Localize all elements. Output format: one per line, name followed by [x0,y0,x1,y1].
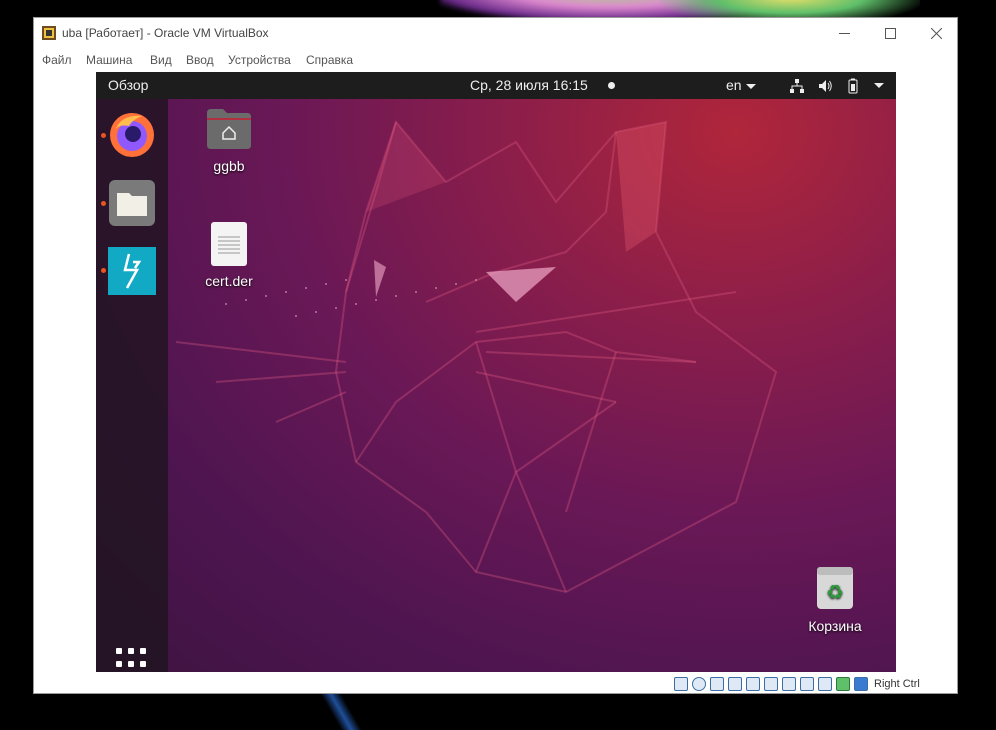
menu-bar: Файл Машина Вид Ввод Устройства Справка [34,49,957,69]
ubuntu-dock [96,99,168,672]
home-folder-icon [207,109,251,149]
usb-icon[interactable] [746,677,760,691]
clock[interactable]: Ср, 28 июля 16:15 [470,77,588,93]
dock-lightning-app[interactable] [107,246,157,296]
svg-text:♻: ♻ [826,580,844,604]
document-icon [211,222,247,266]
language-label: en [726,77,742,93]
menu-machine[interactable]: Машина [86,53,132,67]
language-indicator[interactable]: en [726,77,756,93]
desktop-icon-label: Корзина [808,618,862,634]
running-indicator-icon [101,268,106,273]
close-button[interactable] [913,18,959,48]
menu-view[interactable]: Вид [150,53,172,67]
desktop-icon-label: cert.der [205,273,253,289]
dropdown-arrow-icon [745,83,756,89]
menu-devices[interactable]: Устройства [228,53,291,67]
virtualbox-window: uba [Работает] - Oracle VM VirtualBox Фа… [33,17,958,694]
activities-button[interactable]: Обзор [108,77,148,93]
minimize-icon [838,32,850,34]
grid-dot-icon [140,660,146,667]
background-art [300,690,380,730]
display-icon[interactable] [782,677,796,691]
virtualbox-app-icon [42,26,56,40]
dock-files[interactable] [107,178,157,228]
host-key-label: Right Ctrl [874,678,920,690]
notification-dot-icon [608,82,615,89]
audio-icon[interactable] [710,677,724,691]
minimize-button[interactable] [821,18,867,48]
lightning-icon [108,247,156,295]
dock-firefox[interactable] [107,110,157,160]
menu-help[interactable]: Справка [306,53,353,67]
grid-dot-icon [116,660,122,667]
files-icon [109,180,155,226]
virtualization-icon[interactable] [836,677,850,691]
optical-drive-icon[interactable] [692,677,706,691]
desktop-icon-label: ggbb [213,158,245,174]
maximize-button[interactable] [867,18,913,48]
hard-disk-icon[interactable] [674,677,688,691]
trash-icon: ♻ [817,567,853,609]
grid-dot-icon [128,660,134,667]
maximize-icon [884,27,896,39]
battery-icon[interactable] [845,78,861,94]
system-menu-arrow-icon[interactable] [874,83,884,88]
grid-dot-icon [140,648,146,654]
video-capture-icon[interactable] [800,677,814,691]
grid-dot-icon [128,648,134,654]
cpu-icon[interactable] [818,677,832,691]
running-indicator-icon [101,133,106,138]
running-indicator-icon [101,201,106,206]
title-bar[interactable]: uba [Работает] - Oracle VM VirtualBox [34,18,957,48]
mouse-integration-icon[interactable] [854,677,868,691]
desktop-icon-home[interactable]: ggbb [196,107,262,174]
vm-status-bar: Right Ctrl [674,675,920,693]
desktop-icon-cert[interactable]: cert.der [196,222,262,289]
close-icon [930,27,942,39]
gnome-top-bar: Обзор Ср, 28 июля 16:15 en [96,72,896,99]
show-applications-button[interactable] [116,648,148,672]
menu-input[interactable]: Ввод [186,53,214,67]
guest-screen[interactable]: Обзор Ср, 28 июля 16:15 en ggbb cert.der… [96,72,896,672]
desktop-icon-trash[interactable]: ♻ Корзина [802,565,868,634]
grid-dot-icon [116,648,122,654]
network-icon[interactable] [789,78,805,94]
window-title: uba [Работает] - Oracle VM VirtualBox [62,26,269,40]
firefox-icon [110,113,154,157]
volume-icon[interactable] [817,78,833,94]
network-adapter-icon[interactable] [728,677,742,691]
shared-folders-icon[interactable] [764,677,778,691]
menu-file[interactable]: Файл [42,53,72,67]
